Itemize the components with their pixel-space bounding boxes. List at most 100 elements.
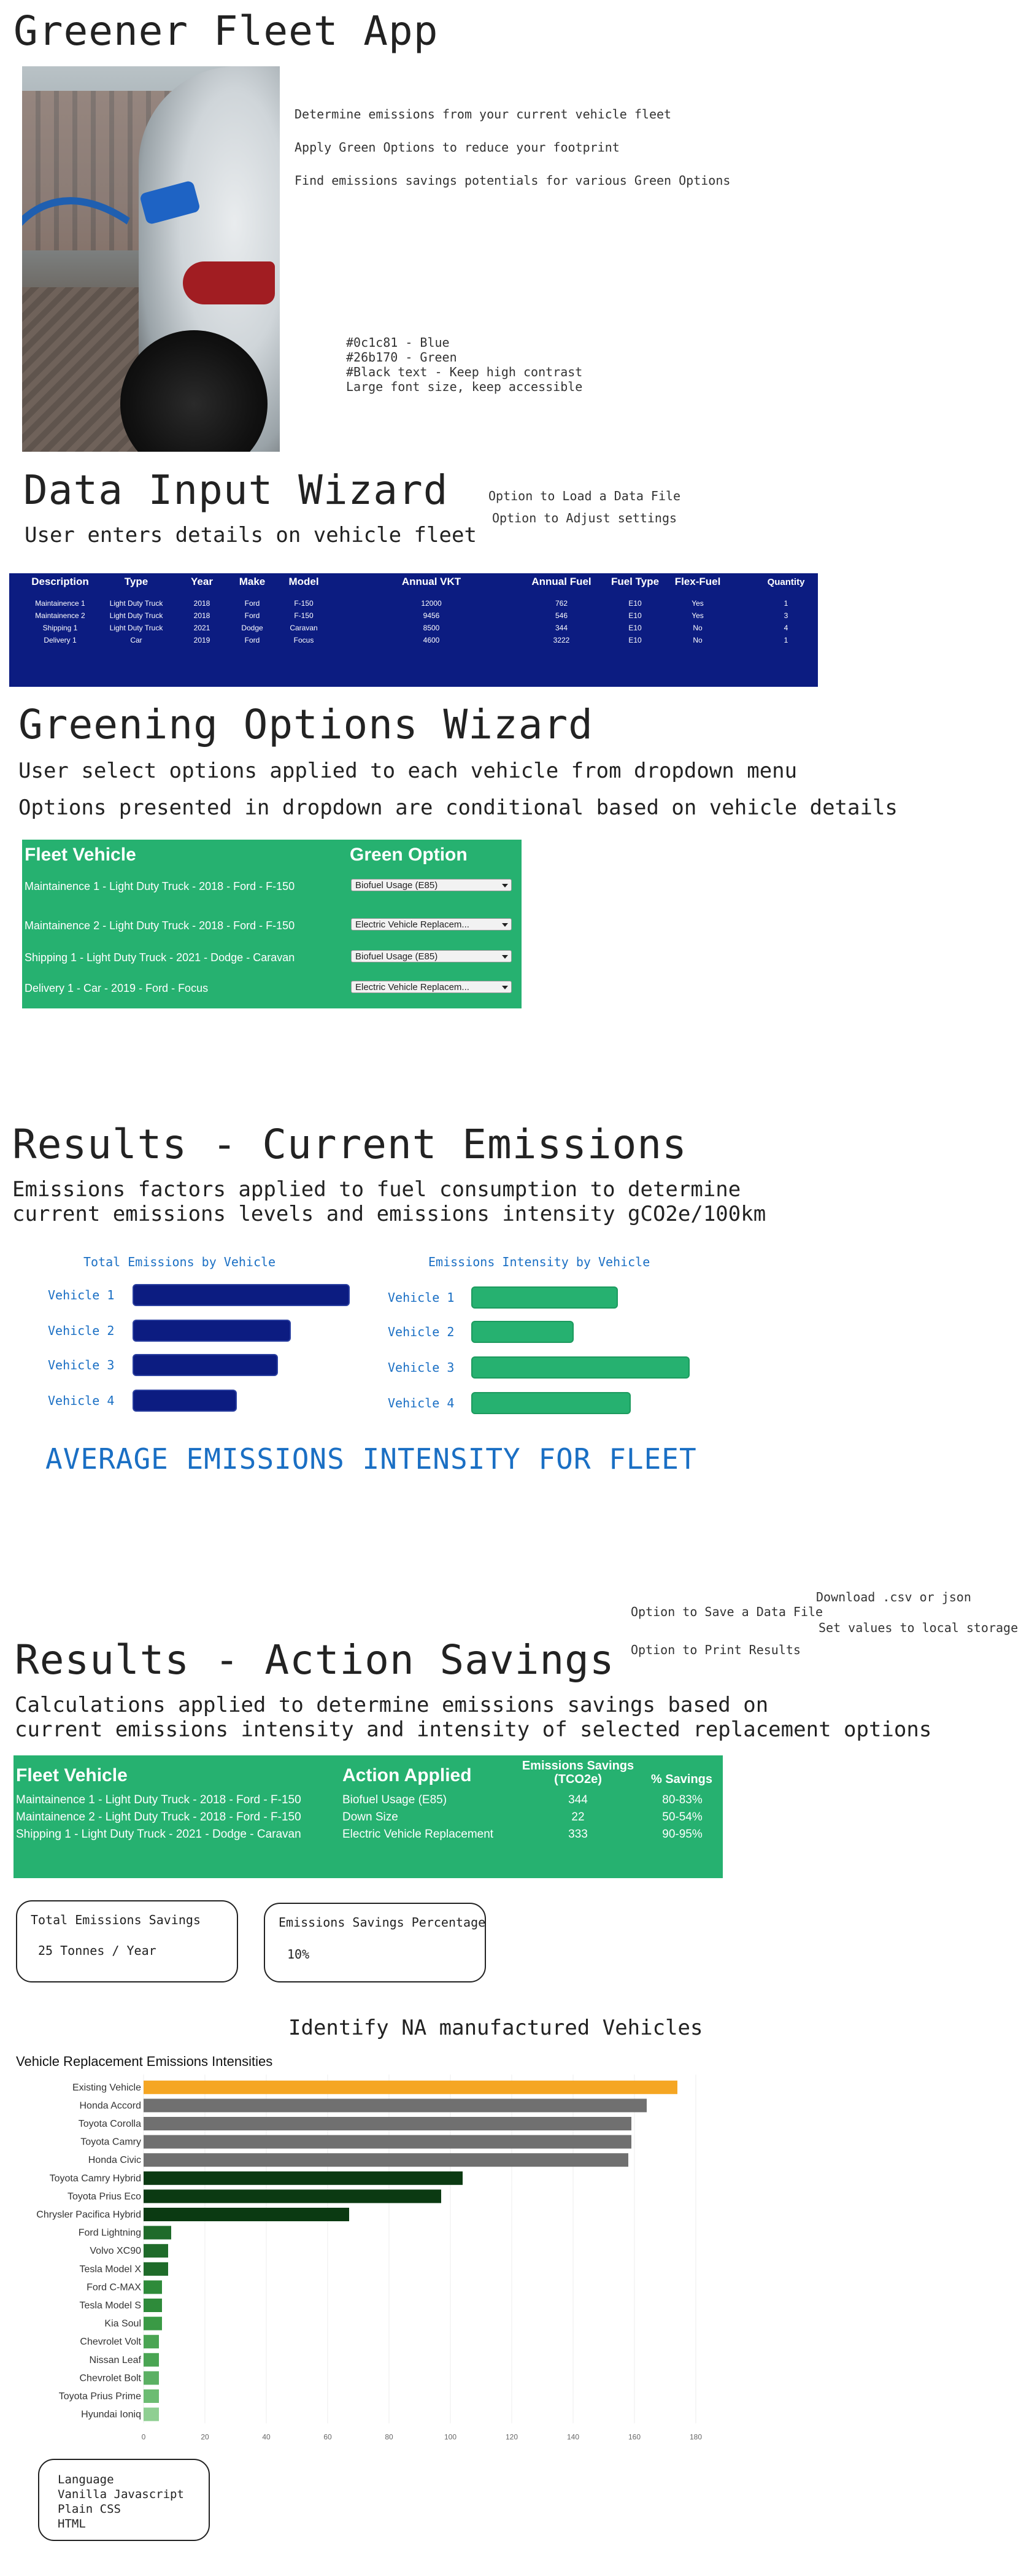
green-option-dropdown[interactable]: Biofuel Usage (E85) — [351, 950, 512, 962]
replacement-bar[interactable] — [144, 2280, 162, 2294]
action-savings-desc-1: Calculations applied to determine emissi… — [15, 1693, 769, 1717]
note-save-data-file: Option to Save a Data File — [631, 1604, 823, 1619]
replacement-bar[interactable] — [144, 2244, 168, 2258]
tech-line-javascript: Vanilla Javascript — [58, 2488, 184, 2501]
col-green-option: Green Option — [350, 845, 468, 865]
savings-percentage-value: 10% — [287, 1947, 310, 1962]
vehicle-label: Vehicle 4 — [48, 1393, 115, 1408]
category-label: Toyota Prius Prime — [59, 2391, 141, 2402]
average-emissions-intensity-label: AVERAGE EMISSIONS INTENSITY FOR FLEET — [45, 1442, 697, 1476]
replacement-bar[interactable] — [144, 2135, 631, 2149]
style-note-blue: #0c1c81 - Blue — [346, 335, 450, 350]
note-print-results: Option to Print Results — [631, 1642, 801, 1657]
col-flex-fuel: Flex-Fuel — [674, 576, 721, 587]
category-label: Honda Civic — [88, 2155, 141, 2165]
current-emissions-title: Results - Current Emissions — [12, 1121, 687, 1168]
emissions-bar — [471, 1392, 631, 1414]
category-label: Chevrolet Volt — [80, 2337, 141, 2347]
table-cell: 22 — [571, 1811, 585, 1824]
total-savings-card: Total Emissions Savings 25 Tonnes / Year — [16, 1900, 238, 1982]
tech-stack-card: Language Vanilla Javascript Plain CSS HT… — [38, 2459, 210, 2541]
table-cell: F-150 — [294, 599, 314, 608]
replacement-bar[interactable] — [144, 2316, 162, 2330]
table-cell: Light Duty Truck — [109, 611, 163, 620]
green-option-dropdown[interactable]: Biofuel Usage (E85) — [351, 879, 512, 891]
emissions-bar — [133, 1390, 237, 1412]
col-fleet-vehicle: Fleet Vehicle — [25, 845, 136, 865]
replacement-bar[interactable] — [144, 2171, 463, 2185]
vehicle-label: Vehicle 2 — [48, 1323, 115, 1338]
table-cell: Caravan — [290, 624, 318, 632]
chevron-down-icon — [502, 923, 508, 927]
table-cell: Focus — [293, 636, 314, 644]
chevron-down-icon — [502, 884, 508, 888]
vehicle-label: Vehicle 3 — [388, 1360, 455, 1375]
replacement-bar[interactable] — [144, 2153, 628, 2167]
replacement-bar[interactable] — [144, 2098, 647, 2113]
table-cell: 762 — [555, 599, 568, 608]
x-tick-label: 0 — [142, 2432, 146, 2441]
savings-percentage-card: Emissions Savings Percentage 10% — [264, 1903, 486, 1982]
replacement-bar[interactable] — [144, 2189, 441, 2203]
emissions-bar — [471, 1356, 690, 1379]
col-annual-fuel: Annual Fuel — [531, 576, 591, 587]
greening-title: Greening Options Wizard — [18, 701, 593, 748]
green-options-selector: Fleet Vehicle Green Option Maintainence … — [22, 840, 522, 1008]
col-percent-savings: % Savings — [650, 1773, 713, 1786]
replacement-bar[interactable] — [144, 2117, 631, 2130]
table-cell: Shipping 1 — [42, 624, 78, 632]
replacement-bar[interactable] — [144, 2080, 677, 2094]
replacement-bar[interactable] — [144, 2262, 168, 2276]
category-label: Tesla Model X — [80, 2264, 142, 2275]
table-cell: 8500 — [423, 624, 440, 632]
replacement-bar[interactable] — [144, 2335, 159, 2349]
table-cell: Light Duty Truck — [109, 599, 163, 608]
replacement-bar[interactable] — [144, 2353, 159, 2367]
col-description: Description — [31, 576, 89, 587]
replacement-bar[interactable] — [144, 2371, 159, 2385]
tech-line-language: Language — [58, 2473, 114, 2486]
vehicle-label: Vehicle 2 — [388, 1325, 455, 1339]
table-cell: 546 — [555, 611, 568, 620]
table-cell: 4600 — [423, 636, 440, 644]
category-label: Ford C-MAX — [87, 2282, 141, 2292]
fleet-vehicle-label: Shipping 1 - Light Duty Truck - 2021 - D… — [25, 951, 295, 964]
note-download-format: Download .csv or json — [816, 1590, 971, 1604]
replacement-emissions-chart: 0 20 40 60 80 100 120 140 160 180 Existing Vehicle… — [36, 2075, 702, 2441]
replacement-bar[interactable] — [144, 2389, 159, 2403]
note-local-storage: Set values to local storage — [819, 1620, 1019, 1635]
replacement-bar[interactable] — [144, 2208, 349, 2221]
x-tick-label: 40 — [262, 2432, 271, 2441]
current-emissions-desc-1: Emissions factors applied to fuel consum… — [12, 1177, 741, 1202]
replacement-bar[interactable] — [144, 2226, 171, 2240]
vehicle-label: Vehicle 1 — [48, 1288, 115, 1302]
table-cell: 344 — [555, 624, 568, 632]
intro-line-1: Determine emissions from your current ve… — [295, 107, 672, 122]
vehicle-label: Vehicle 1 — [388, 1290, 455, 1305]
total-savings-title: Total Emissions Savings — [31, 1913, 201, 1927]
table-cell: No — [693, 624, 703, 632]
table-cell: Delivery 1 — [44, 636, 77, 644]
col-model: Model — [288, 576, 319, 587]
note-adjust-settings: Option to Adjust settings — [492, 511, 677, 525]
action-savings-title: Results - Action Savings — [15, 1636, 615, 1684]
na-vehicles-title: Identify NA manufactured Vehicles — [288, 2016, 703, 2040]
table-cell: Down Size — [342, 1811, 398, 1824]
green-option-dropdown[interactable]: Electric Vehicle Replacem... — [351, 918, 512, 930]
emissions-bar — [471, 1286, 618, 1309]
chart-title-emissions-intensity: Emissions Intensity by Vehicle — [428, 1255, 650, 1269]
x-tick-label: 80 — [385, 2432, 393, 2441]
x-tick-label: 180 — [690, 2432, 702, 2441]
table-cell: 344 — [568, 1793, 588, 1806]
total-savings-value: 25 Tonnes / Year — [38, 1943, 156, 1958]
table-cell: 9456 — [423, 611, 440, 620]
col-action-applied: Action Applied — [342, 1765, 472, 1785]
replacement-bar[interactable] — [144, 2407, 159, 2421]
greening-subtitle-2: Options presented in dropdown are condit… — [18, 795, 898, 820]
replacement-bar[interactable] — [144, 2299, 162, 2312]
vehicle-data-table: Description Type Year Make Model Annual … — [9, 573, 818, 687]
green-option-dropdown[interactable]: Electric Vehicle Replacem... — [351, 981, 512, 993]
category-label: Chevrolet Bolt — [80, 2373, 142, 2383]
action-savings-table: Fleet Vehicle Action Applied Emissions S… — [13, 1755, 723, 1878]
category-label: Volvo XC90 — [90, 2246, 141, 2256]
